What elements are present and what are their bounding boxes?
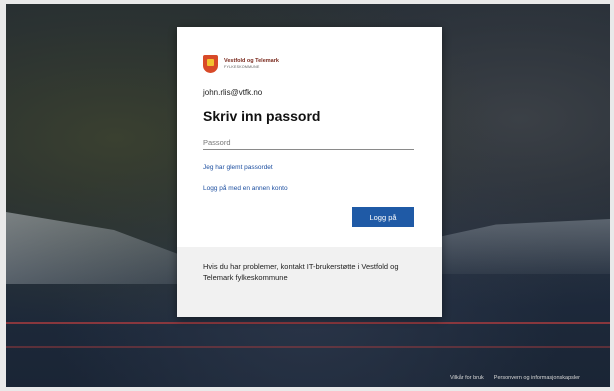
red-divider-line <box>6 322 610 324</box>
crest-icon <box>203 55 218 73</box>
password-input[interactable] <box>203 135 414 150</box>
org-subtitle: FYLKESKOMMUNE <box>224 65 260 69</box>
snow-bank-right <box>420 219 610 274</box>
org-name: Vestfold og Telemark <box>224 57 279 64</box>
org-logo: Vestfold og Telemark FYLKESKOMMUNE <box>203 55 279 73</box>
other-account-link[interactable]: Logg på med en annen konto <box>203 185 288 192</box>
snow-bank-left <box>6 212 186 284</box>
red-divider-line <box>6 346 610 348</box>
signin-card: Vestfold og Telemark FYLKESKOMMUNE john.… <box>177 27 442 317</box>
help-footer: Hvis du har problemer, kontakt IT-bruker… <box>177 247 442 317</box>
forgot-password-link[interactable]: Jeg har glemt passordet <box>203 164 273 171</box>
terms-link[interactable]: Vilkår for bruk <box>450 375 484 381</box>
page-footer-links: Vilkår for bruk Personvern og informasjo… <box>450 375 580 381</box>
privacy-link[interactable]: Personvern og informasjonskapsler <box>494 375 580 381</box>
signin-button[interactable]: Logg på <box>352 207 414 227</box>
page-title: Skriv inn passord <box>203 108 321 124</box>
help-text: Hvis du har problemer, kontakt IT-bruker… <box>203 262 399 282</box>
account-email: john.rlis@vtfk.no <box>203 88 263 97</box>
